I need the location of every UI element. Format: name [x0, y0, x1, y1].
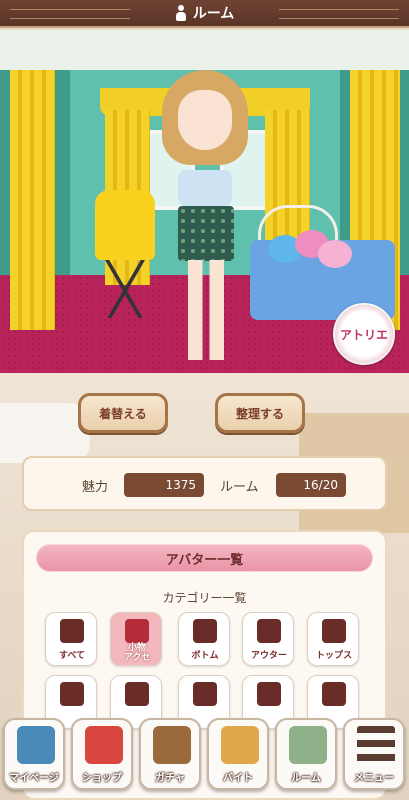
category-label-line1: 小物 [127, 643, 146, 653]
ceiling [0, 30, 409, 70]
category-tops-button[interactable]: トップス [307, 612, 359, 666]
hat-icon [125, 682, 149, 706]
menu-icon [357, 726, 395, 764]
nav-menu[interactable]: メニュー [343, 718, 405, 790]
chair-legs [100, 258, 150, 318]
house-icon [17, 726, 55, 764]
nav-label: バイト [223, 773, 253, 784]
organize-button[interactable]: 整理する [215, 393, 305, 433]
category-label: 小物 アクセ [111, 643, 163, 663]
category-outer-button[interactable]: アウター [242, 612, 294, 666]
skirt-icon [193, 619, 217, 643]
category-label: ボトム [191, 651, 219, 661]
yellow-chair [95, 190, 155, 260]
bottom-nav: マイページ ショップ ガチャ バイト ルーム メニュー [0, 716, 409, 800]
coat-icon [257, 619, 281, 643]
room-count-value: 16/20 [276, 473, 346, 497]
nav-label: マイページ [9, 773, 59, 784]
background-bed [0, 403, 90, 463]
header-ornament-left [10, 9, 130, 19]
pillow-light-pink [318, 240, 352, 268]
category-accessory-button[interactable]: 小物 アクセ [110, 612, 162, 666]
charm-label: 魅力 [82, 480, 109, 495]
dress-up-button[interactable]: 着替える [78, 393, 168, 433]
avatar-top [178, 170, 232, 206]
nav-label: ルーム [291, 773, 321, 784]
category-label: アウター [250, 651, 287, 661]
screen-header: ルーム [0, 0, 409, 28]
page-title: ルーム [192, 6, 235, 22]
player-avatar[interactable] [150, 70, 260, 370]
nav-mypage[interactable]: マイページ [3, 718, 65, 790]
category-label: すべて [58, 651, 85, 661]
room-count-label: ルーム [220, 480, 259, 495]
avatar-face [178, 90, 232, 150]
category-label-line2: アクセ [123, 653, 151, 663]
atelier-button[interactable]: アトリエ [333, 303, 395, 365]
nav-room[interactable]: ルーム [275, 718, 337, 790]
stats-bar: 魅力 1375 ルーム 16/20 [22, 456, 387, 511]
avatar-figure-icon [175, 5, 187, 21]
gacha-icon [153, 726, 191, 764]
category-bottom-button[interactable]: ボトム [178, 612, 230, 666]
nav-shop[interactable]: ショップ [71, 718, 133, 790]
room-item-icon [322, 682, 346, 706]
job-icon [221, 726, 259, 764]
avatar-list-title: アバター一覧 [36, 544, 373, 572]
nav-gacha[interactable]: ガチャ [139, 718, 201, 790]
room-icon [289, 726, 327, 764]
category-label: トップス [315, 651, 352, 661]
shirt-icon [322, 619, 346, 643]
avatar-shorts [178, 206, 234, 261]
shoe-icon [193, 682, 217, 706]
body-icon [257, 682, 281, 706]
shop-icon [85, 726, 123, 764]
curtain-left [10, 70, 55, 330]
category-list-heading: カテゴリー一覧 [162, 591, 247, 605]
nav-job[interactable]: バイト [207, 718, 269, 790]
avatar-legs [188, 260, 224, 360]
nav-label: ガチャ [155, 773, 185, 784]
nav-label: メニュー [354, 773, 394, 784]
all-clothes-icon [60, 619, 84, 643]
header-ornament-right [279, 9, 399, 19]
dress-up-label: 着替える [99, 406, 147, 421]
accessory-icon [125, 619, 149, 643]
category-all-button[interactable]: すべて [45, 612, 97, 666]
nav-label: ショップ [82, 773, 122, 784]
hair-icon [60, 682, 84, 706]
atelier-label: アトリエ [339, 327, 388, 342]
organize-label: 整理する [235, 406, 284, 421]
charm-value: 1375 [124, 473, 204, 497]
